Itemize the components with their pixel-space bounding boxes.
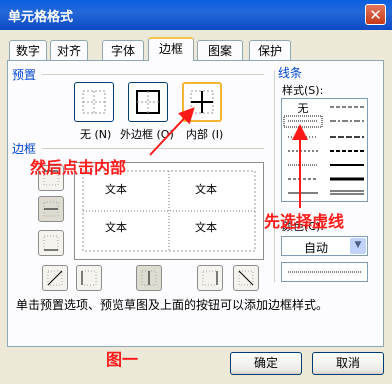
preview-text-bottom-right: 文本 <box>195 221 217 234</box>
diagonal-down-icon <box>238 270 254 286</box>
line-color-select[interactable]: 自动 ▼ <box>281 236 368 256</box>
tab-font[interactable]: 字体 <box>102 40 144 60</box>
border-horizontal-icon <box>43 201 59 217</box>
border-bottom-icon <box>43 235 59 251</box>
border-none-icon <box>82 90 106 114</box>
border-left-button[interactable] <box>76 265 102 291</box>
preset-outline-label: 外边框 (O) <box>120 128 174 141</box>
tab-patterns[interactable]: 图案 <box>197 40 243 60</box>
figure-caption: 图一 <box>106 350 139 369</box>
border-bottom-button[interactable] <box>38 230 64 256</box>
diagonal-up-icon <box>47 270 63 286</box>
line-preview-swatch <box>288 271 361 273</box>
border-middle-button[interactable] <box>38 196 64 222</box>
preview-text-bottom-left: 文本 <box>105 221 127 234</box>
annotation-select-dashed: 先选择虚线 <box>264 212 345 231</box>
border-right-icon <box>202 270 218 286</box>
tab-border[interactable]: 边框 <box>148 37 194 61</box>
line-group-divider <box>274 70 275 282</box>
chevron-down-icon[interactable]: ▼ <box>350 238 366 254</box>
border-diagonal-up-button[interactable] <box>42 265 68 291</box>
border-right-button[interactable] <box>197 265 223 291</box>
line-group-label: 线条 <box>278 66 303 80</box>
tab-protection[interactable]: 保护 <box>249 40 291 60</box>
help-text: 单击预置选项、预览草图及上面的按钮可以添加边框样式。 <box>16 298 329 312</box>
format-cells-dialog: 单元格格式 ✕ 数字 对齐 字体 边框 图案 保护 预置 无 (N) 外边框 (… <box>0 0 392 384</box>
ok-button[interactable]: 确定 <box>230 352 302 375</box>
preset-none-label: 无 (N) <box>80 128 112 141</box>
line-preview-box <box>281 262 368 282</box>
border-diagonal-down-button[interactable] <box>233 265 259 291</box>
preset-outline-button[interactable] <box>128 82 168 122</box>
border-left-icon <box>81 270 97 286</box>
dialog-title: 单元格格式 <box>8 10 74 25</box>
tab-number[interactable]: 数字 <box>9 40 47 60</box>
preview-text-top-left: 文本 <box>105 183 127 196</box>
preset-inside-label: 内部 (I) <box>186 128 224 141</box>
style-label: 样式(S): <box>282 84 324 97</box>
border-outline-icon <box>136 90 160 114</box>
border-vertical-icon <box>141 270 157 286</box>
presets-divider <box>42 74 264 75</box>
tab-alignment[interactable]: 对齐 <box>50 40 88 60</box>
border-divider <box>42 148 264 149</box>
preset-none-button[interactable] <box>74 82 114 122</box>
cancel-button[interactable]: 取消 <box>312 352 384 375</box>
presets-group-label: 预置 <box>12 68 37 82</box>
annotation-click-inside: 然后点击内部 <box>30 158 127 177</box>
border-center-button[interactable] <box>136 265 162 291</box>
title-bar: 单元格格式 ✕ <box>0 0 392 30</box>
line-color-value: 自动 <box>304 241 329 255</box>
close-icon: ✕ <box>369 6 382 24</box>
border-inside-icon <box>190 90 214 114</box>
preset-inside-button[interactable] <box>182 82 222 122</box>
close-button[interactable]: ✕ <box>365 4 386 25</box>
line-style-swatches <box>283 106 364 195</box>
line-style-list[interactable]: 无 <box>281 98 368 202</box>
preview-text-top-right: 文本 <box>195 183 217 196</box>
